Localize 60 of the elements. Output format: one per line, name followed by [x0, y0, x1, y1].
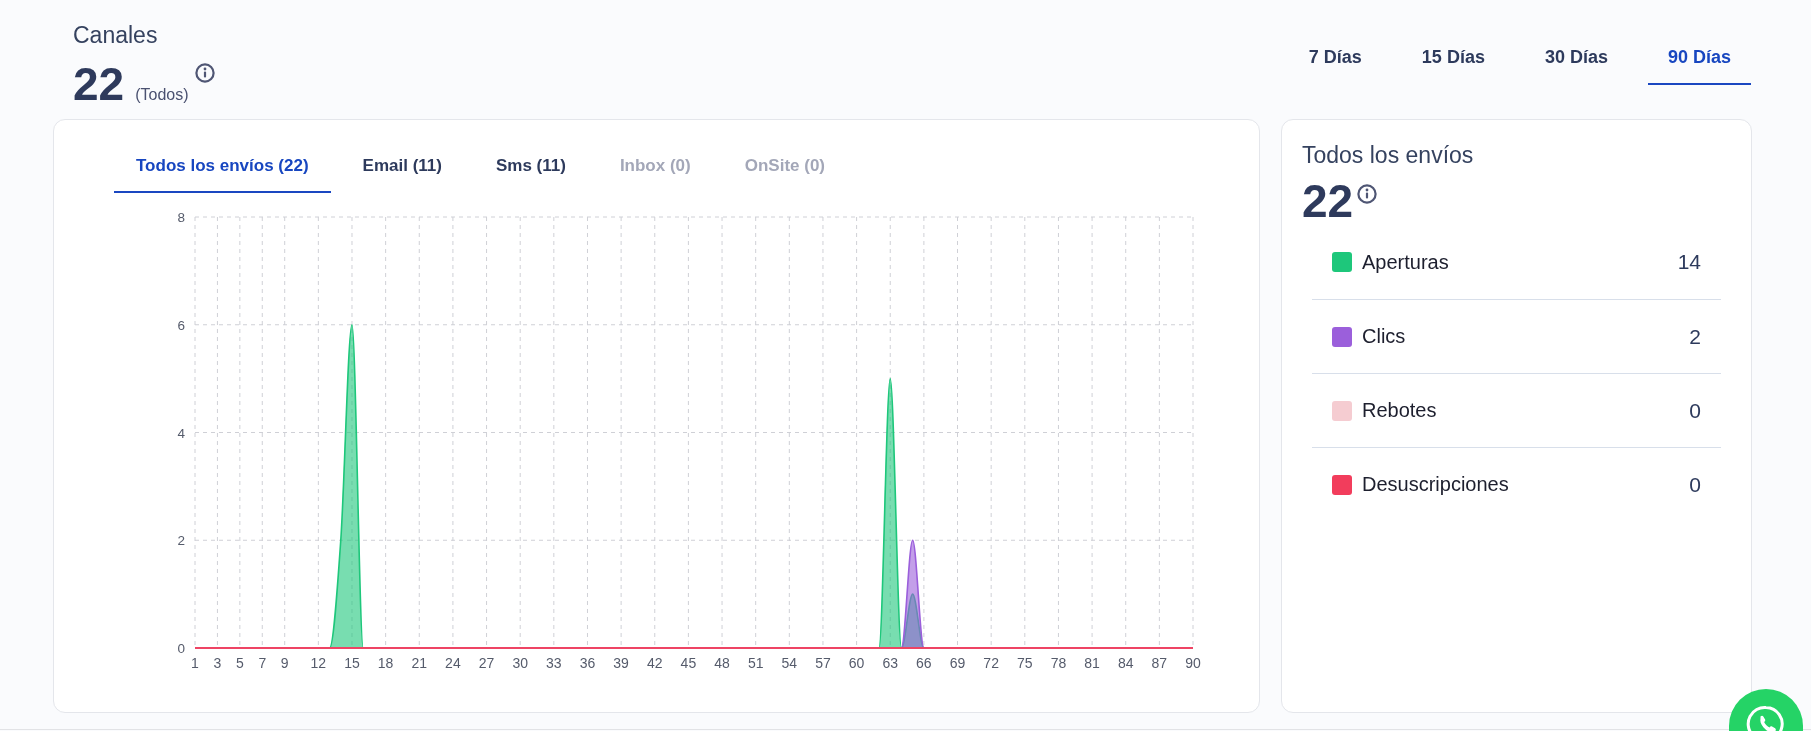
x-axis-label: 3	[213, 655, 222, 671]
x-axis-label: 18	[377, 655, 394, 671]
x-axis-label: 7	[258, 655, 267, 671]
x-axis-label: 5	[235, 655, 244, 671]
x-axis-label: 63	[882, 655, 899, 671]
x-axis-label: 75	[1017, 655, 1033, 671]
x-axis-label: 57	[815, 655, 831, 671]
period-tab[interactable]: 7 Días	[1288, 32, 1382, 85]
legend-value: 2	[1689, 324, 1701, 349]
x-axis-label: 78	[1050, 655, 1067, 671]
x-axis-label: 54	[781, 655, 798, 671]
phone-chat-icon	[1746, 704, 1786, 731]
x-axis-label: 72	[983, 655, 999, 671]
section-title: Canales	[73, 21, 159, 49]
legend-label: Clics	[1362, 325, 1406, 348]
x-axis-label: 1	[191, 655, 199, 671]
x-axis-label: 15	[344, 655, 360, 671]
x-axis-label: 84	[1117, 655, 1134, 671]
total-count: 22	[1302, 176, 1354, 226]
y-axis-label: 4	[177, 425, 185, 441]
channel-tab[interactable]: Sms (11)	[473, 141, 588, 193]
legend-value: 0	[1689, 398, 1701, 423]
x-axis-label: 51	[747, 655, 764, 671]
x-axis-label: 81	[1084, 655, 1100, 671]
x-axis-label: 45	[680, 655, 697, 671]
legend-label: Rebotes	[1362, 399, 1437, 422]
x-axis-label: 87	[1151, 655, 1168, 671]
x-axis-label: 24	[445, 655, 461, 671]
x-axis-label: 33	[546, 655, 562, 671]
period-tab[interactable]: 30 Días	[1524, 32, 1628, 85]
legend-label: Aperturas	[1362, 250, 1449, 274]
x-axis-label: 66	[916, 655, 932, 671]
x-axis-label: 30	[512, 655, 528, 671]
y-axis-label: 0	[177, 641, 185, 656]
x-axis-label: 9	[280, 655, 289, 671]
summary-title: Todos los envíos	[1302, 141, 1475, 169]
period-tab[interactable]: 90 Días	[1647, 32, 1751, 85]
x-axis-label: 69	[949, 655, 966, 671]
x-axis-label: 36	[579, 655, 596, 671]
channel-tab[interactable]: Todos los envíos (22)	[114, 141, 331, 193]
x-axis-label: 39	[613, 655, 629, 671]
x-axis-label: 90	[1185, 655, 1201, 671]
y-axis-label: 8	[177, 210, 185, 225]
scope-label: (Todos)	[135, 85, 189, 105]
x-axis-label: 21	[411, 655, 428, 671]
y-axis-label: 2	[177, 533, 185, 549]
x-axis-label: 60	[848, 655, 865, 671]
y-axis-label: 6	[177, 317, 185, 333]
x-axis-label: 27	[478, 655, 495, 671]
legend-label: Desuscripciones	[1362, 473, 1509, 496]
x-axis-label: 42	[646, 655, 663, 671]
channel-tab[interactable]: Email (11)	[340, 141, 464, 193]
legend-value: 0	[1689, 472, 1701, 497]
info-icon[interactable]	[194, 63, 215, 83]
total-count: 22	[73, 59, 125, 109]
x-axis-label: 12	[310, 655, 327, 671]
period-tab[interactable]: 15 Días	[1401, 32, 1505, 85]
x-axis-label: 48	[714, 655, 730, 671]
legend-value: 14	[1677, 250, 1701, 274]
info-icon[interactable]	[1357, 184, 1378, 204]
